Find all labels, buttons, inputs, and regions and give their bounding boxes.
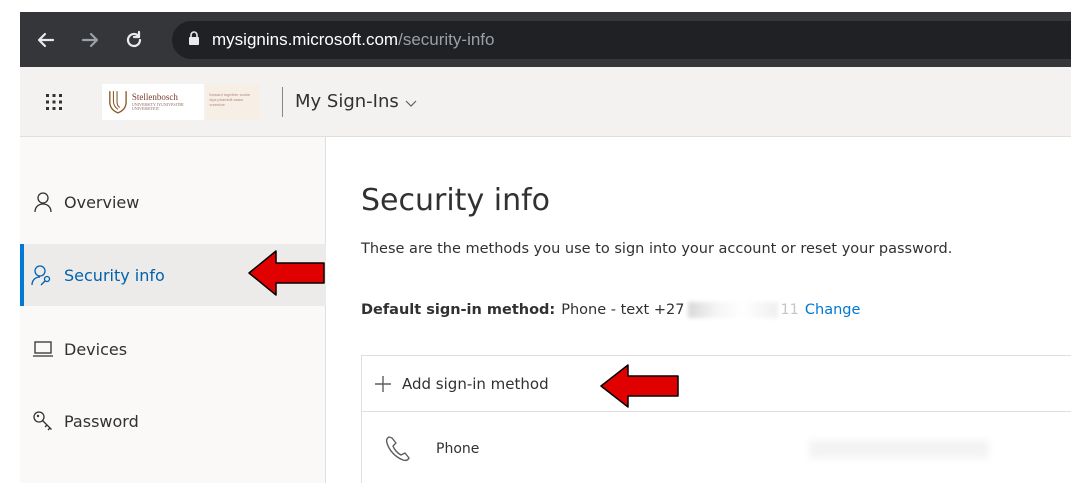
sidebar-item-label: Overview [64,192,140,212]
url-path: /security-info [398,29,495,49]
logo-tagline: forward together sonke siya phambili saa… [206,83,260,120]
chevron-down-icon [405,92,417,113]
page-description: These are the methods you use to sign in… [361,241,953,257]
reload-icon [126,30,142,47]
add-method-label: Add sign-in method [402,374,549,393]
default-method-value: Phone - text +27 [561,302,685,318]
waffle-icon [46,93,62,110]
sidebar-item-overview[interactable]: Overview [20,171,326,233]
sidebar-item-label: Password [64,411,139,431]
app-launcher-button[interactable] [34,82,74,122]
address-bar[interactable]: mysignins.microsoft.com/security-info [172,20,1071,59]
default-sign-in-method: Default sign-in method: Phone - text +27… [361,302,860,318]
laptop-icon [30,336,56,362]
logo-name: Stellenbosch [131,91,178,102]
sidebar: Overview Security info Devices Password [20,137,326,483]
forward-arrow-icon [81,32,99,47]
app-title: My Sign-Ins [295,91,399,112]
stellenbosch-crest-icon [109,90,127,114]
change-link[interactable]: Change [805,302,861,318]
method-row-phone: Phone [362,412,1071,483]
phone-suffix: 11 [780,302,799,318]
annotation-arrow-security-info [248,250,325,296]
url-host: mysignins.microsoft.com [212,29,399,49]
lock-icon [188,30,200,50]
back-arrow-icon [37,32,55,47]
annotation-arrow-add-method [600,364,679,408]
reload-button[interactable] [116,22,152,58]
organization-logo[interactable]: Stellenbosch UNIVERSITY IYUNIVESITHI UNI… [102,83,260,121]
plus-icon [374,375,392,393]
logo-subtitle: UNIVERSITY IYUNIVESITHI UNIVERSITEIT [131,101,184,111]
redacted-method-detail [809,440,990,458]
sidebar-item-devices[interactable]: Devices [20,318,326,380]
back-button[interactable] [28,22,64,58]
sidebar-item-label: Security info [64,265,165,285]
method-label: Phone [436,441,480,457]
page-title: Security info [361,183,550,218]
main-content: Security info These are the methods you … [327,137,1071,483]
person-icon [30,189,56,215]
browser-toolbar: mysignins.microsoft.com/security-info [20,12,1071,67]
add-sign-in-method-button[interactable]: Add sign-in method [362,356,1071,412]
redacted-phone-number [688,302,779,318]
header-divider [282,86,283,117]
default-method-label: Default sign-in method: [361,302,556,318]
forward-button[interactable] [72,22,108,58]
app-title-menu[interactable]: My Sign-Ins [295,90,417,113]
key-icon [30,408,56,434]
sidebar-item-label: Devices [64,339,128,359]
phone-icon [384,435,414,463]
sidebar-item-password[interactable]: Password [20,390,326,452]
methods-list: Add sign-in method Phone [361,355,1071,483]
person-key-icon [30,262,56,288]
app-header: Stellenbosch UNIVERSITY IYUNIVESITHI UNI… [20,67,1071,137]
